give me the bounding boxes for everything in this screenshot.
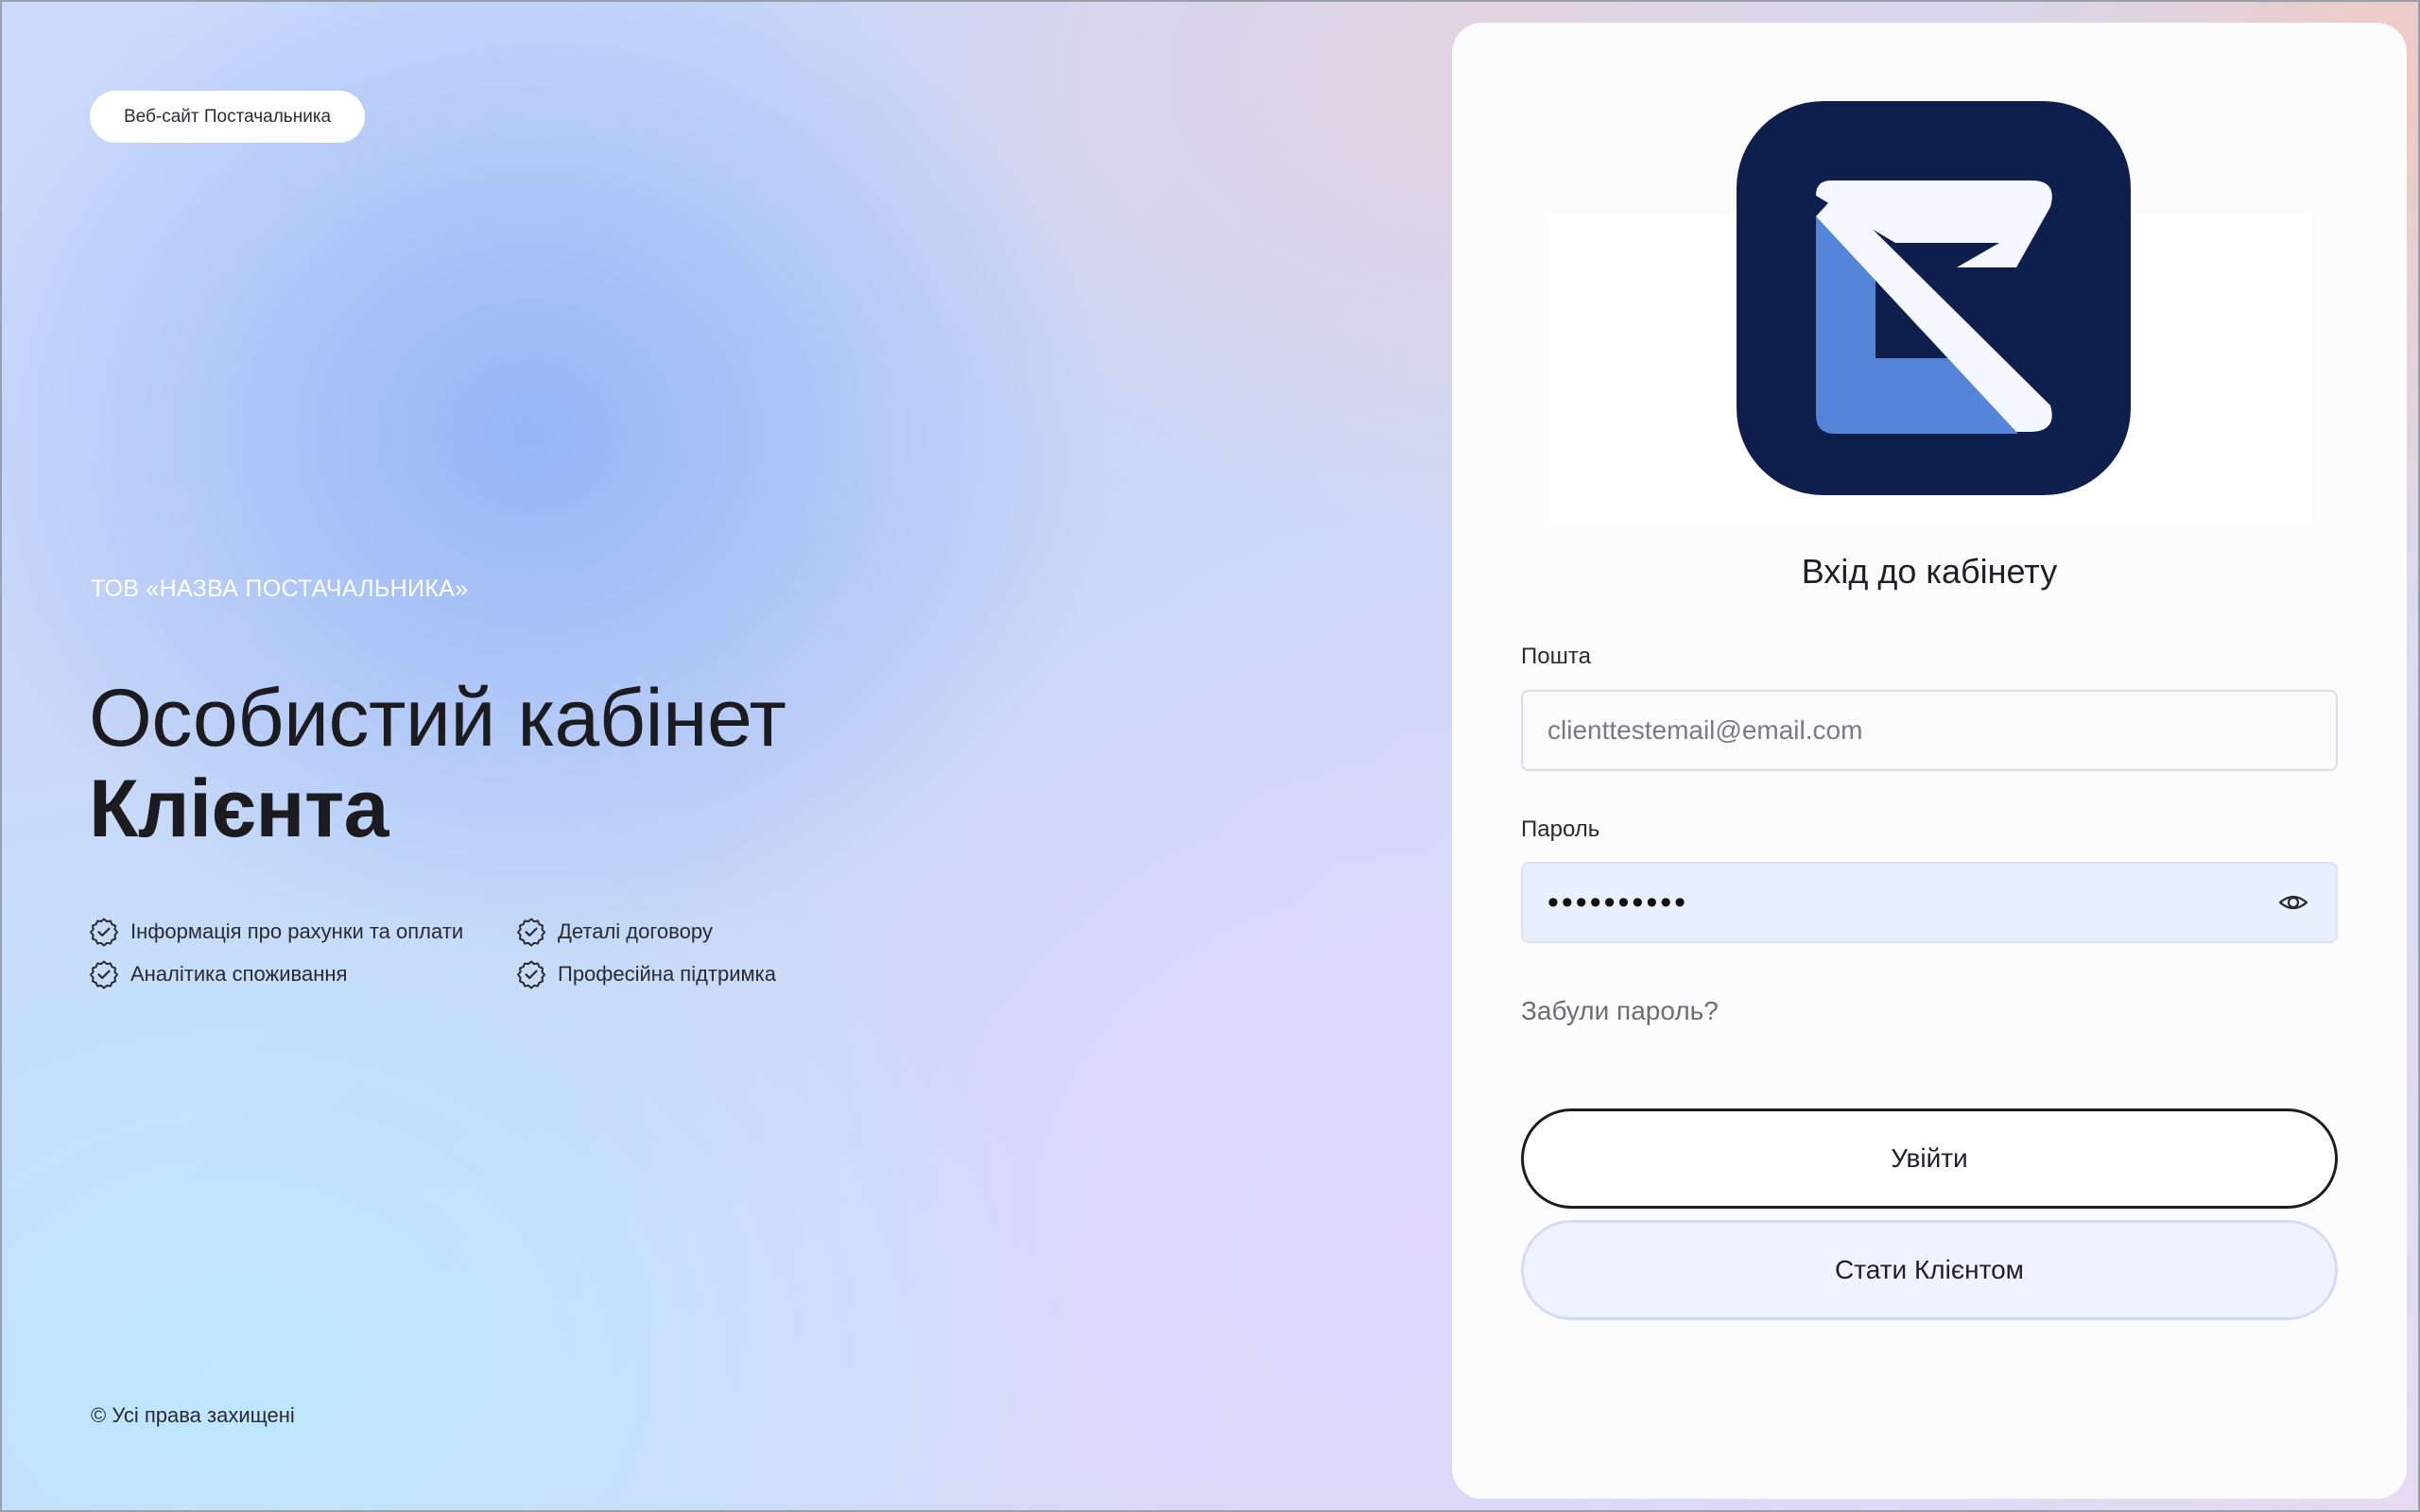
check-badge-icon <box>517 918 545 947</box>
supplier-website-label: Веб-сайт Постачальника <box>124 106 332 127</box>
login-card: Вхід до кабінету Пошта Пароль Забули пар… <box>1452 23 2407 1499</box>
check-badge-icon <box>90 960 118 989</box>
email-input[interactable] <box>1547 692 2311 769</box>
check-badge-icon <box>90 918 118 947</box>
password-field-wrapper <box>1521 862 2338 943</box>
company-name: ТОВ «НАЗВА ПОСТАЧАЛЬНИКА» <box>91 576 469 602</box>
become-client-button[interactable]: Стати Клієнтом <box>1521 1220 2338 1320</box>
page-headline: Особистий кабінет Клієнта <box>89 673 786 854</box>
login-button-label: Увійти <box>1891 1143 1968 1173</box>
feature-item: Аналітика споживання <box>89 959 516 989</box>
copyright-text: © Усі права захищені <box>91 1403 295 1427</box>
headline-line-1: Особистий кабінет <box>89 673 786 764</box>
email-field-wrapper <box>1521 690 2338 771</box>
eye-icon[interactable] <box>2277 886 2309 919</box>
feature-item: Деталі договору <box>516 917 819 947</box>
feature-label: Інформація про рахунки та оплати <box>130 919 464 943</box>
feature-item: Професійна підтримка <box>516 959 819 989</box>
supplier-website-button[interactable]: Веб-сайт Постачальника <box>90 91 366 143</box>
feature-label: Деталі договору <box>558 919 713 943</box>
feature-item: Інформація про рахунки та оплати <box>89 917 516 947</box>
login-button[interactable]: Увійти <box>1521 1108 2338 1209</box>
feature-label: Професійна підтримка <box>558 962 776 986</box>
brand-logo-icon <box>1737 101 2131 495</box>
become-client-button-label: Стати Клієнтом <box>1835 1255 2024 1284</box>
password-input[interactable] <box>1547 864 2277 941</box>
login-title: Вхід до кабінету <box>1801 552 2058 591</box>
feature-label: Аналітика споживання <box>130 962 348 986</box>
forgot-password-link[interactable]: Забули пароль? <box>1521 996 1719 1026</box>
email-label: Пошта <box>1521 644 1591 669</box>
feature-list: Інформація про рахунки та оплати Деталі … <box>89 917 819 989</box>
password-label: Пароль <box>1521 816 1600 842</box>
check-badge-icon <box>517 960 545 989</box>
headline-line-2: Клієнта <box>89 764 389 854</box>
